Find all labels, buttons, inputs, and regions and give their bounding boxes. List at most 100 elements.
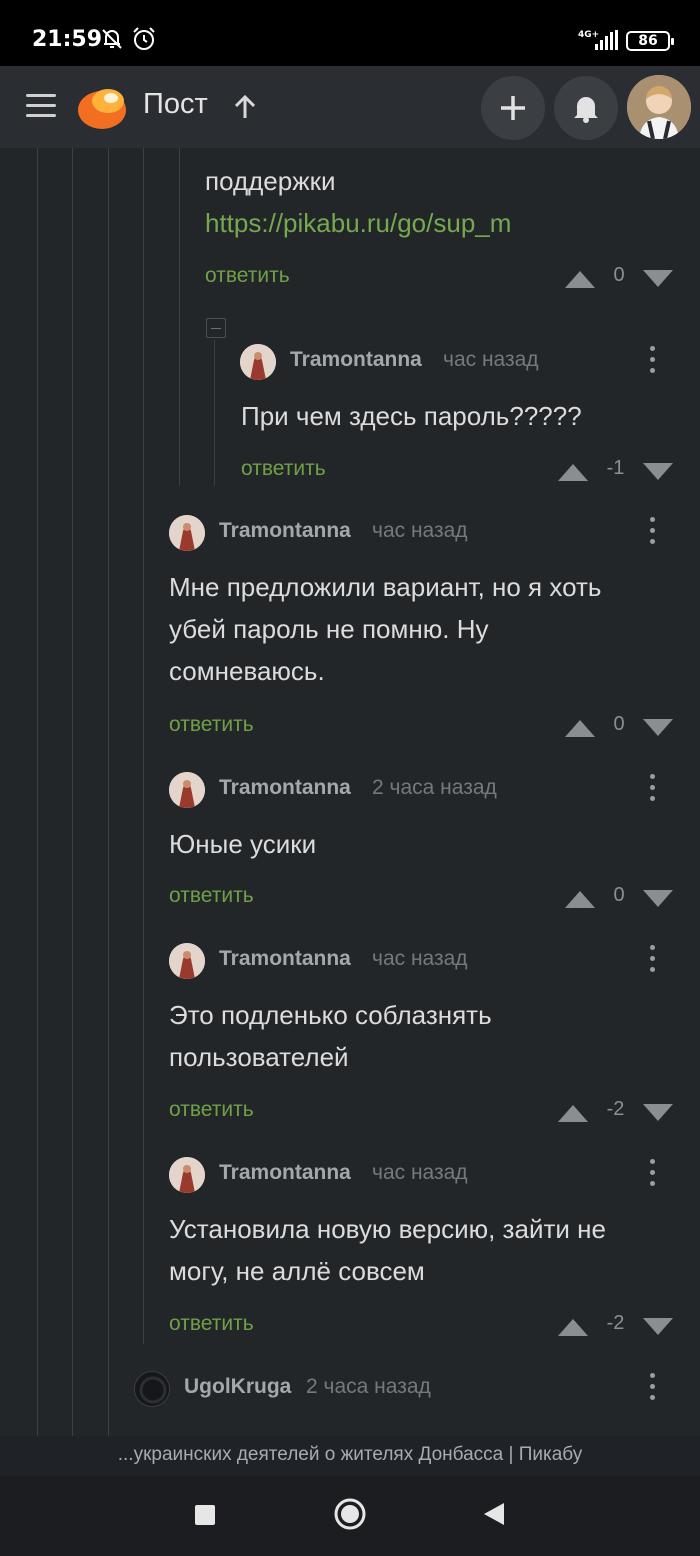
collapse-thread-icon[interactable] bbox=[206, 318, 226, 338]
vote-controls: 0 bbox=[563, 882, 675, 912]
comment-author[interactable]: Tramontanna bbox=[219, 776, 351, 800]
recent-apps-icon[interactable] bbox=[193, 1503, 217, 1527]
comment-header: Tramontanna час назад bbox=[240, 342, 680, 382]
triangle-down-icon[interactable] bbox=[641, 719, 675, 737]
comment-header: Tramontanna час назад bbox=[169, 513, 680, 553]
comment-author[interactable]: Tramontanna bbox=[219, 947, 351, 971]
page-url-title: ...украинских деятелей о жителях Донбасс… bbox=[0, 1436, 700, 1476]
more-vert-icon[interactable] bbox=[648, 774, 656, 804]
avatar[interactable] bbox=[169, 772, 205, 808]
comment-text: Юные усики bbox=[169, 829, 317, 859]
comment-score: -2 bbox=[606, 1312, 625, 1334]
reply-button[interactable]: ответить bbox=[169, 713, 254, 737]
comment-time: час назад bbox=[372, 947, 468, 970]
comment-text: Мне предложили вариант, но я хоть bbox=[169, 572, 602, 602]
comment-score: 0 bbox=[613, 884, 625, 906]
vote-controls: -2 bbox=[556, 1310, 675, 1340]
battery-indicator: 86 bbox=[626, 31, 674, 51]
more-vert-icon[interactable] bbox=[648, 517, 656, 547]
menu-icon[interactable] bbox=[26, 94, 56, 118]
vote-controls: 0 bbox=[563, 262, 675, 292]
triangle-up-icon[interactable] bbox=[556, 463, 590, 481]
comment-text: сомневаюсь. bbox=[169, 656, 325, 686]
comment-time: 2 часа назад bbox=[372, 776, 497, 799]
vote-controls: 0 bbox=[563, 711, 675, 741]
back-icon[interactable] bbox=[482, 1501, 506, 1527]
page-title: Пост bbox=[143, 88, 208, 120]
reply-button[interactable]: ответить bbox=[169, 1312, 254, 1336]
comment-author[interactable]: Tramontanna bbox=[219, 519, 351, 543]
reply-button[interactable]: ответить bbox=[205, 264, 290, 288]
comment-header: Tramontanna час назад bbox=[169, 941, 680, 981]
vote-controls: -2 bbox=[556, 1096, 675, 1126]
alarm-icon bbox=[133, 27, 155, 50]
notifications-button[interactable] bbox=[554, 76, 618, 140]
triangle-up-icon[interactable] bbox=[556, 1104, 590, 1122]
comment-text: При чем здесь пароль????? bbox=[241, 401, 582, 431]
comments-section: поддержки https://pikabu.ru/go/sup_m отв… bbox=[0, 148, 700, 1436]
status-time: 21:59 bbox=[32, 27, 103, 52]
triangle-down-icon[interactable] bbox=[641, 270, 675, 288]
reply-button[interactable]: ответить bbox=[169, 1098, 254, 1122]
more-vert-icon[interactable] bbox=[648, 346, 656, 376]
bell-off-icon bbox=[102, 29, 122, 49]
plus-icon bbox=[501, 96, 525, 120]
triangle-up-icon[interactable] bbox=[563, 890, 597, 908]
comment-author[interactable]: Tramontanna bbox=[219, 1161, 351, 1185]
more-vert-icon[interactable] bbox=[648, 1159, 656, 1189]
bell-icon bbox=[574, 97, 598, 123]
triangle-up-icon[interactable] bbox=[563, 719, 597, 737]
thread-line bbox=[143, 148, 144, 1344]
comment-time: 2 часа назад bbox=[306, 1375, 431, 1398]
avatar[interactable] bbox=[134, 1371, 170, 1407]
comment-time: час назад bbox=[372, 519, 468, 542]
comment-link[interactable]: https://pikabu.ru/go/sup_m bbox=[205, 202, 511, 244]
comment-header: Tramontanna час назад bbox=[169, 1155, 680, 1195]
comment-score: -2 bbox=[606, 1098, 625, 1120]
comment-text: убей пароль не помню. Ну bbox=[169, 614, 489, 644]
comment-header: Tramontanna 2 часа назад bbox=[169, 770, 680, 810]
signal-icon bbox=[595, 30, 618, 50]
thread-line bbox=[37, 148, 38, 1436]
reply-button[interactable]: ответить bbox=[241, 457, 326, 481]
pikabu-logo-icon[interactable] bbox=[76, 81, 128, 131]
comment-author[interactable]: Tramontanna bbox=[290, 348, 422, 372]
home-icon[interactable] bbox=[333, 1497, 367, 1531]
avatar-photo bbox=[627, 75, 691, 139]
comment-text: Установила новую версию, зайти не bbox=[169, 1214, 606, 1244]
avatar[interactable] bbox=[169, 1157, 205, 1193]
comment-author[interactable]: UgolKruga bbox=[184, 1375, 291, 1399]
comment-score: 0 bbox=[613, 713, 625, 735]
app-header: Пост bbox=[0, 66, 700, 148]
more-vert-icon[interactable] bbox=[648, 945, 656, 975]
triangle-down-icon[interactable] bbox=[641, 463, 675, 481]
thread-line bbox=[214, 340, 215, 486]
more-vert-icon[interactable] bbox=[648, 1373, 656, 1403]
comment-text: поддержки bbox=[205, 166, 336, 196]
add-post-button[interactable] bbox=[481, 76, 545, 140]
triangle-up-icon[interactable] bbox=[556, 1318, 590, 1336]
comment-text: Это подленько соблазнять bbox=[169, 1000, 492, 1030]
avatar[interactable] bbox=[169, 943, 205, 979]
reply-button[interactable]: ответить bbox=[169, 884, 254, 908]
comment-text: могу, не аллё совсем bbox=[169, 1256, 425, 1286]
avatar[interactable] bbox=[169, 515, 205, 551]
status-bar: 21:59 4G+ 86 bbox=[0, 0, 700, 66]
thread-line bbox=[72, 148, 73, 1436]
comment-header: UgolKruga 2 часа назад bbox=[134, 1369, 680, 1409]
triangle-down-icon[interactable] bbox=[641, 1104, 675, 1122]
triangle-up-icon[interactable] bbox=[563, 270, 597, 288]
comment-time: час назад bbox=[443, 348, 539, 371]
vote-controls: -1 bbox=[556, 455, 675, 485]
user-avatar[interactable] bbox=[627, 75, 691, 139]
triangle-down-icon[interactable] bbox=[641, 890, 675, 908]
comment-text: пользователей bbox=[169, 1042, 349, 1072]
triangle-down-icon[interactable] bbox=[641, 1318, 675, 1336]
comment-score: -1 bbox=[606, 457, 625, 479]
comment-score: 0 bbox=[613, 264, 625, 286]
thread-line bbox=[179, 148, 180, 486]
avatar[interactable] bbox=[240, 344, 276, 380]
comment-time: час назад bbox=[372, 1161, 468, 1184]
arrow-up-icon[interactable] bbox=[233, 94, 257, 120]
system-navigation-bar bbox=[0, 1476, 700, 1556]
